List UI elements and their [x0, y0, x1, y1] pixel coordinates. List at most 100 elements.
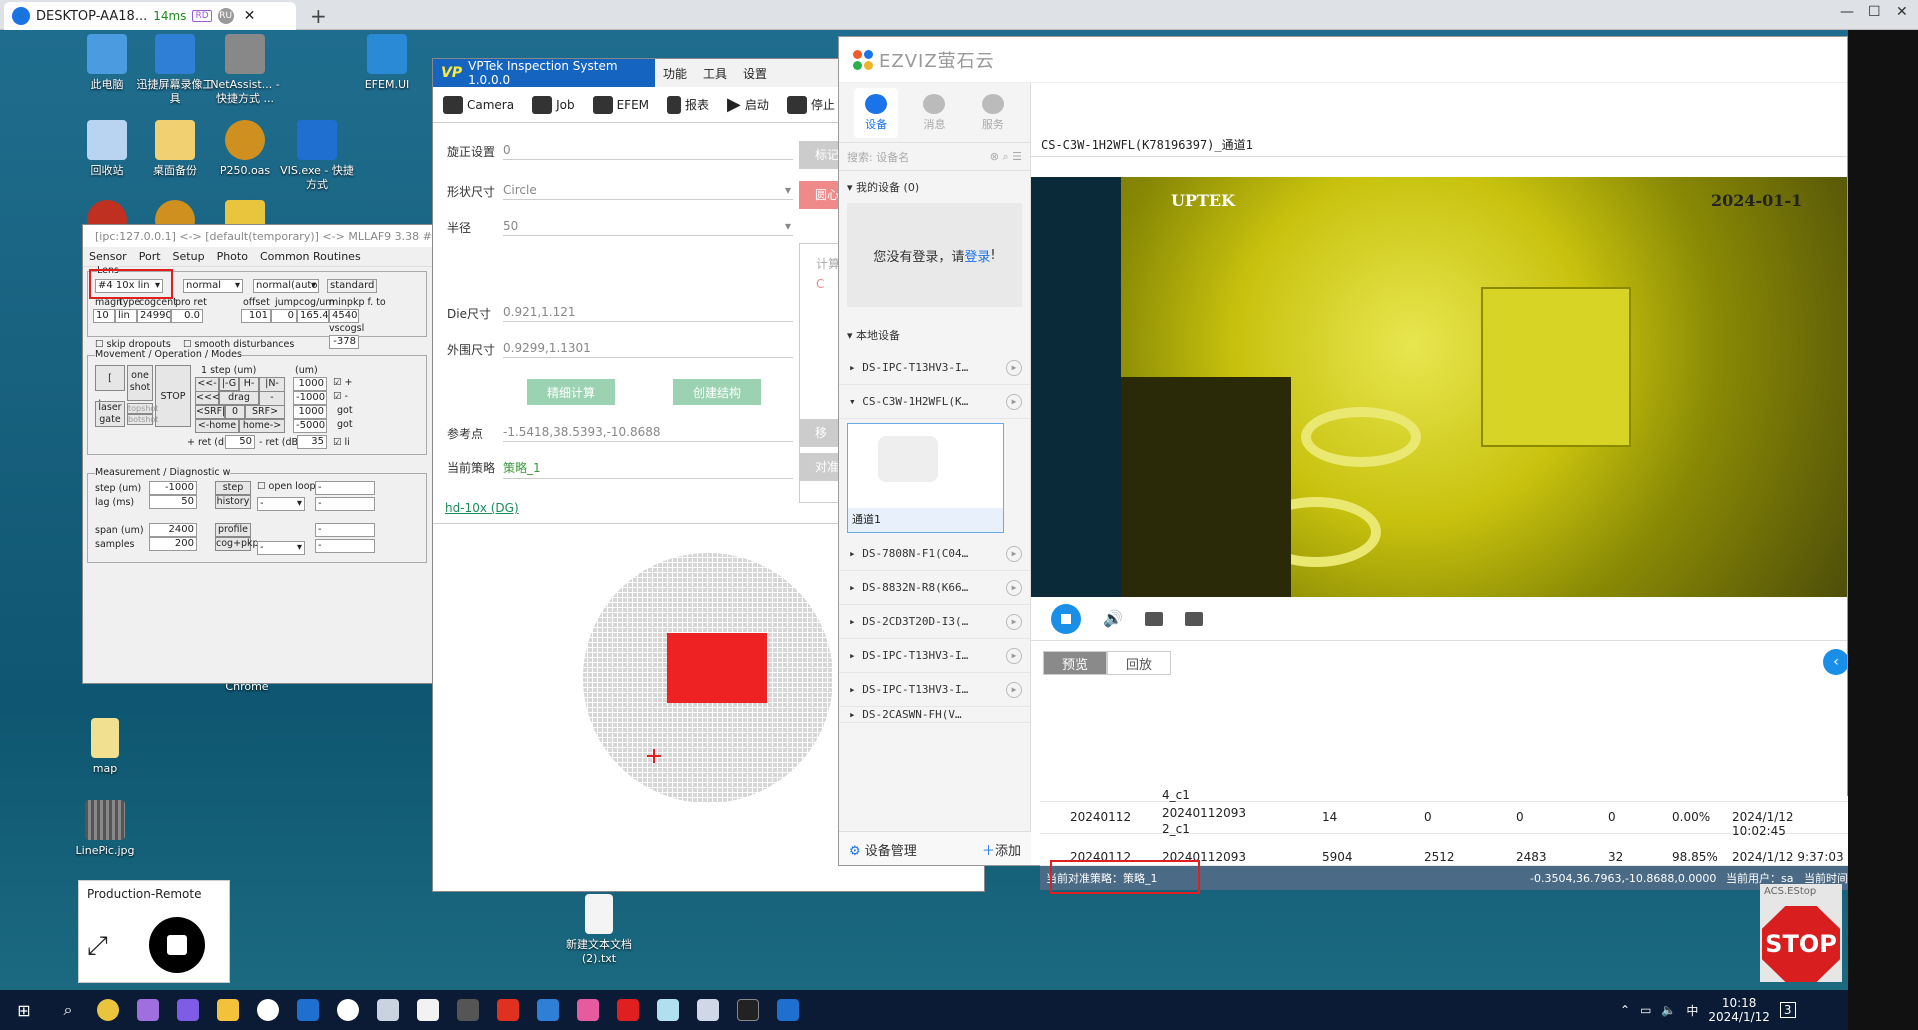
- menu-port[interactable]: Port: [139, 250, 161, 263]
- taskbar-app[interactable]: [728, 990, 768, 1030]
- measure-value-2[interactable]: -: [315, 497, 375, 511]
- start-button[interactable]: ⊞: [0, 990, 48, 1030]
- vscogsl-field[interactable]: -378: [329, 335, 359, 349]
- cogcent-field[interactable]: 249901: [137, 309, 171, 323]
- taskbar-app[interactable]: [648, 990, 688, 1030]
- one-shot-button[interactable]: one shot: [127, 365, 153, 401]
- taskbar-app[interactable]: [288, 990, 328, 1030]
- device-item-expanded[interactable]: ▾ CS-C3W-1H2WFL(K… ▶: [839, 385, 1030, 419]
- profile-button[interactable]: profile: [215, 523, 251, 537]
- search-input[interactable]: 搜索: 设备名: [847, 149, 909, 165]
- play-icon[interactable]: ▶: [1006, 545, 1022, 562]
- cogum-field[interactable]: 165.40: [297, 309, 329, 323]
- desktop-icon-textfile[interactable]: 新建文本文档 (2).txt: [558, 894, 640, 966]
- stop-sign-button[interactable]: STOP: [1762, 906, 1840, 982]
- plus-ret-field[interactable]: 50: [225, 435, 255, 449]
- measure-select-2[interactable]: - ▾: [257, 541, 305, 555]
- mode-select[interactable]: normal ▾: [183, 279, 243, 293]
- login-link[interactable]: 登录: [964, 246, 990, 265]
- search-icon[interactable]: ⊗ ⌕ ☰: [990, 150, 1022, 164]
- device-manage-button[interactable]: ⚙ 设备管理: [849, 840, 917, 859]
- device-item[interactable]: ▸ DS-7808N-F1(C04… ▶: [839, 537, 1030, 571]
- local-devices-header[interactable]: ▾ 本地设备: [839, 319, 1030, 351]
- menu-common-routines[interactable]: Common Routines: [260, 250, 361, 263]
- botshot-button[interactable]: botshot: [127, 414, 158, 425]
- home-back-button[interactable]: <-home: [195, 419, 239, 433]
- move-checkbox-1[interactable]: ☑ +: [333, 377, 353, 388]
- minpkp-field[interactable]: 4540: [329, 309, 359, 323]
- taskbar-app[interactable]: [328, 990, 368, 1030]
- desktop-icon-p250[interactable]: P250.oas: [204, 120, 286, 178]
- taskbar-app[interactable]: [608, 990, 648, 1030]
- home-fwd-button[interactable]: home->: [239, 419, 285, 433]
- record-video-icon[interactable]: [1184, 611, 1203, 626]
- tray-arrow-icon[interactable]: ⌃: [1620, 1003, 1630, 1017]
- menu-photo[interactable]: Photo: [217, 250, 248, 263]
- volume-icon[interactable]: 🔊: [1103, 609, 1123, 628]
- menu-setup[interactable]: Setup: [173, 250, 205, 263]
- menu-function[interactable]: 功能: [655, 65, 695, 82]
- taskbar-app[interactable]: [168, 990, 208, 1030]
- srf-back-button[interactable]: <SRF|: [195, 405, 225, 419]
- taskbar-app[interactable]: [408, 990, 448, 1030]
- job-tool-button[interactable]: Job: [532, 95, 575, 114]
- cog-pkp-button[interactable]: cog+pkp: [215, 537, 259, 551]
- tab-playback[interactable]: 回放: [1107, 651, 1171, 675]
- flaser-button[interactable]: [ laser: [95, 365, 125, 410]
- history-button[interactable]: history: [215, 495, 251, 509]
- menu-tools[interactable]: 工具: [695, 65, 735, 82]
- desktop-icon-efem[interactable]: EFEM.UI: [346, 34, 428, 92]
- tab-preview[interactable]: 预览: [1043, 651, 1107, 675]
- create-structure-button[interactable]: 创建结构: [673, 379, 761, 405]
- offset-field[interactable]: 101: [241, 309, 271, 323]
- play-icon[interactable]: ▶: [1006, 393, 1022, 410]
- taskbar-app[interactable]: [768, 990, 808, 1030]
- close-window-icon[interactable]: ✕: [1896, 4, 1908, 20]
- desktop-icon-map[interactable]: map: [64, 718, 146, 776]
- notification-icon[interactable]: 3: [1779, 1002, 1796, 1018]
- stop-button[interactable]: STOP: [155, 365, 191, 427]
- efem-tool-button[interactable]: EFEM: [592, 95, 649, 114]
- move-value-3[interactable]: 1000: [293, 405, 327, 419]
- current-strategy-field[interactable]: 策略_1: [503, 457, 793, 479]
- play-icon[interactable]: ▶: [1006, 613, 1022, 630]
- li-checkbox[interactable]: ☑ li: [333, 437, 350, 448]
- camera-thumbnail-card[interactable]: 通道1: [847, 423, 1004, 533]
- desktop-icon-vis[interactable]: VIS.exe - 快捷方式: [276, 120, 358, 192]
- zero-button[interactable]: 0: [225, 405, 245, 419]
- stop-record-button[interactable]: [1051, 603, 1081, 634]
- play-icon[interactable]: ▶: [1006, 681, 1022, 698]
- volume-icon[interactable]: 🔈: [1661, 1003, 1676, 1017]
- expand-icon[interactable]: ⤢: [87, 931, 108, 962]
- recipe-link[interactable]: hd-10x (DG): [445, 501, 519, 515]
- taskbar-app[interactable]: [128, 990, 168, 1030]
- device-search[interactable]: 搜索: 设备名 ⊗ ⌕ ☰: [839, 143, 1030, 171]
- ref-point-field[interactable]: -1.5418,38.5393,-10.8688: [503, 423, 793, 442]
- play-icon[interactable]: ▶: [1006, 359, 1022, 376]
- report-tool-button[interactable]: 报表: [667, 95, 709, 114]
- move-value-2[interactable]: -1000: [293, 391, 327, 405]
- device-item[interactable]: ▸ DS-2CD3T20D-I3(… ▶: [839, 605, 1030, 639]
- auto-select[interactable]: normal(auto) ▾: [253, 279, 319, 293]
- radius-select[interactable]: 50 ▾: [503, 217, 793, 236]
- wafer-map[interactable]: [583, 553, 833, 803]
- taskbar-app[interactable]: [448, 990, 488, 1030]
- taskbar-app[interactable]: [248, 990, 288, 1030]
- start-tool-button[interactable]: ▶ 启动: [727, 94, 769, 115]
- taskbar-app[interactable]: [528, 990, 568, 1030]
- nav-services[interactable]: 服务: [971, 93, 1015, 132]
- collapse-icon[interactable]: ‹: [1823, 649, 1847, 675]
- acs-estop-window[interactable]: ACS.EStop STOP: [1760, 884, 1842, 982]
- table-row[interactable]: 4_c1: [1040, 788, 1848, 802]
- taskbar-app[interactable]: [568, 990, 608, 1030]
- lag-field[interactable]: 50: [149, 495, 197, 509]
- minus-ret-field[interactable]: 35: [297, 435, 327, 449]
- move-value-1[interactable]: 1000: [293, 377, 327, 391]
- shape-select[interactable]: Circle ▾: [503, 181, 793, 200]
- search-button[interactable]: ⌕: [48, 990, 88, 1030]
- nav-messages[interactable]: 消息: [912, 93, 956, 132]
- srf-fwd-button[interactable]: SRF>: [245, 405, 285, 419]
- step-button[interactable]: step: [215, 481, 251, 495]
- stop-tool-button[interactable]: 停止: [786, 95, 835, 114]
- type-field[interactable]: lin: [115, 309, 137, 323]
